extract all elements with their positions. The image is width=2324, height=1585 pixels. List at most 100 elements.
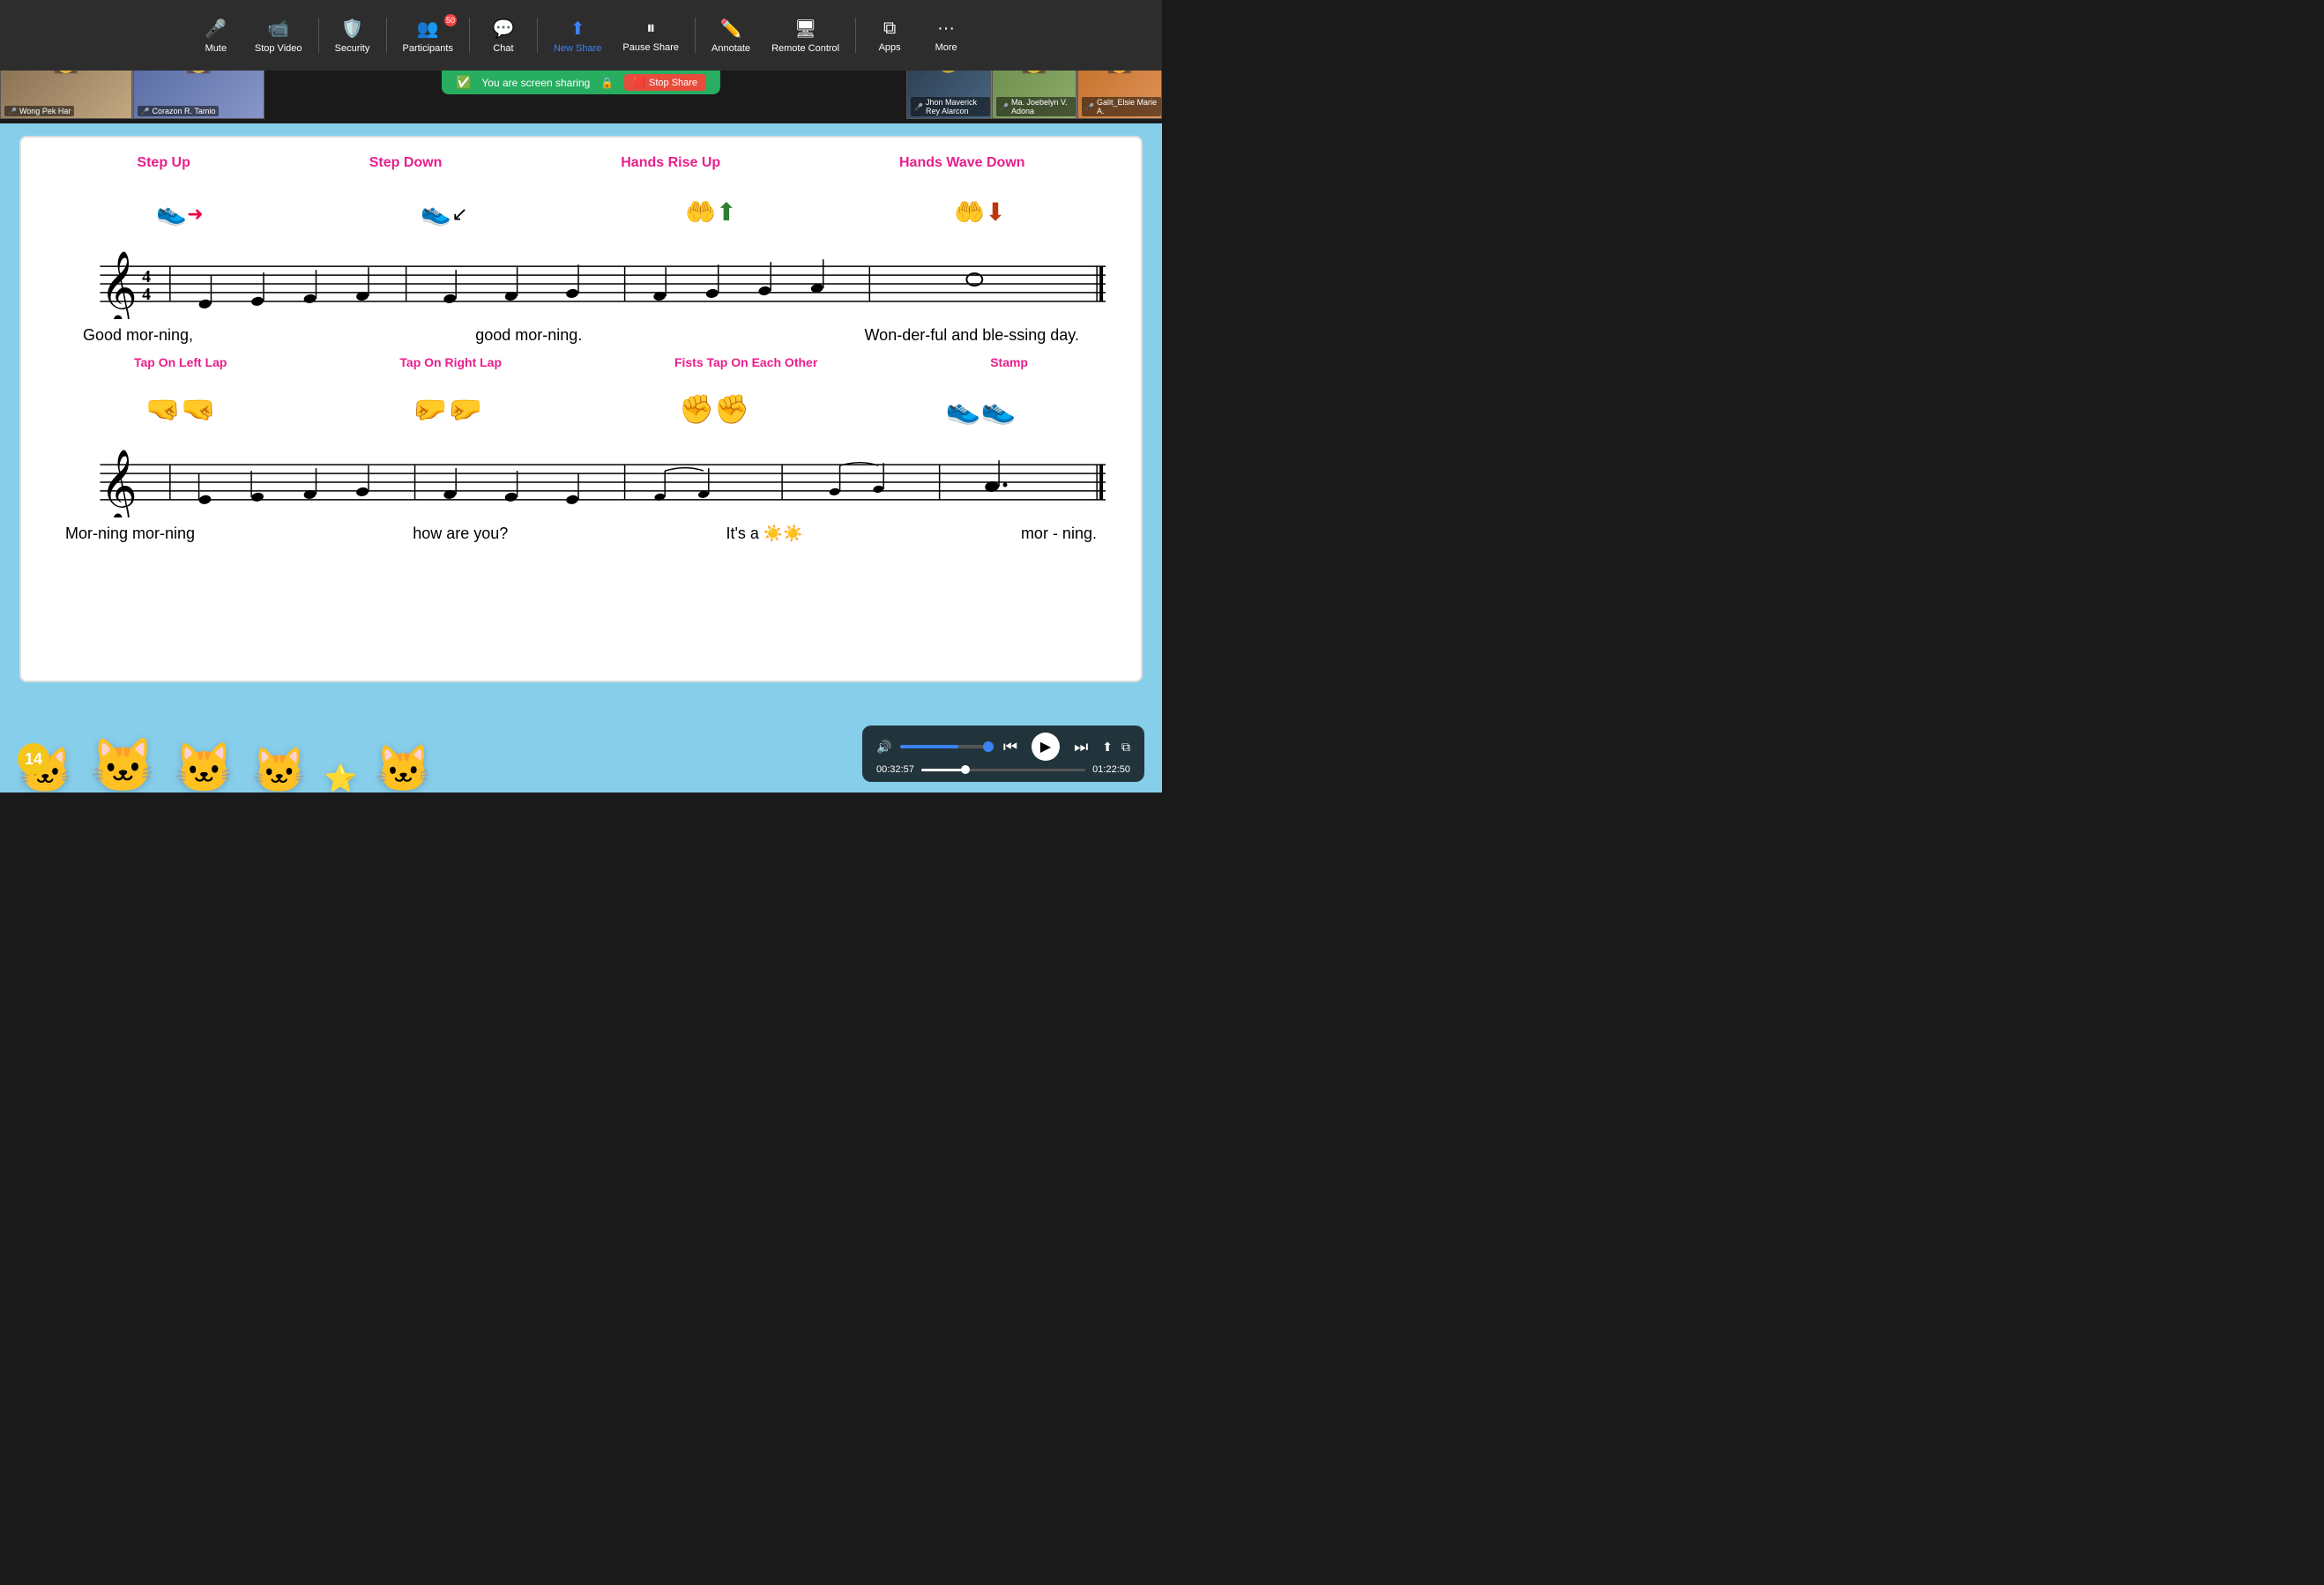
lyric-good-morning-2: good mor-ning. <box>475 326 582 345</box>
volume-dot <box>983 741 994 752</box>
icon-fists: ✊✊ <box>679 390 749 427</box>
action-step-up: Step Up <box>137 155 190 171</box>
volume-fill <box>900 745 957 748</box>
lyric-wonderful: Won-der-ful and ble-ssing day. <box>865 326 1079 345</box>
volume-icon[interactable]: 🔊 <box>876 740 891 755</box>
toolbar-separator-2 <box>386 18 387 53</box>
play-button[interactable]: ▶ <box>1032 733 1060 761</box>
cat-5: 🐱 <box>375 747 432 792</box>
icon-step-up: 👟➜ <box>156 191 203 228</box>
music-sheet: Step Up Step Down Hands Rise Up Hands Wa… <box>19 136 1143 682</box>
lyric-morning-2: mor - ning. <box>1021 525 1097 543</box>
new-share-button[interactable]: ⬆ New Share <box>545 12 610 59</box>
share-check-icon: ✅ <box>456 75 471 90</box>
controls-seek-row: 00:32:57 01:22:50 <box>876 764 1130 775</box>
mic-icon-1: 🎤 <box>8 108 17 115</box>
top-actions-row: Step Up Step Down Hands Rise Up Hands Wa… <box>48 155 1114 171</box>
toolbar: 🎤 Mute 📹 Stop Video 🛡️ Security 50 👥 Par… <box>0 0 1162 71</box>
participants-button[interactable]: 50 👥 Participants <box>394 12 462 59</box>
annotate-button[interactable]: ✏️ Annotate <box>703 12 759 59</box>
new-share-label: New Share <box>554 43 601 54</box>
remote-control-button[interactable]: 🖥 Remote Control <box>763 12 848 59</box>
action-tap-right: Tap On Right Lap <box>399 355 502 369</box>
seek-fill <box>921 769 965 771</box>
mic-icon-5: 🎤 <box>1085 103 1094 111</box>
toolbar-separator-3 <box>469 18 470 53</box>
participant-name-1: 🎤 Wong Pek Har <box>4 106 74 116</box>
fast-forward-button[interactable]: ⏭ <box>1069 736 1093 758</box>
svg-text:𝄞: 𝄞 <box>101 450 138 517</box>
main-content: Step Up Step Down Hands Rise Up Hands Wa… <box>0 123 1162 792</box>
share-media-button[interactable]: ⬆ <box>1102 740 1113 755</box>
screen-share-bar: ✅ You are screen sharing 🔒 🟥 Stop Share <box>442 71 720 94</box>
action-hands-rise: Hands Rise Up <box>621 155 720 171</box>
apps-label: Apps <box>879 42 901 53</box>
staff-svg-2: 𝄞 <box>48 447 1114 517</box>
participant-name-2: 🎤 Corazon R. Tamio <box>138 106 220 116</box>
lyric-how-are-you: how are you? <box>413 525 508 543</box>
second-lyrics: Mor-ning mor-ning how are you? It's a ☀️… <box>48 525 1114 543</box>
action-tap-left: Tap On Left Lap <box>134 355 227 369</box>
stop-video-button[interactable]: 📹 Stop Video <box>246 12 311 59</box>
action-step-down: Step Down <box>369 155 443 171</box>
top-icons-row: 👟➜ 👟↙ 🤲⬆ 🤲⬇ <box>48 175 1114 245</box>
mic-icon-2: 🎤 <box>141 108 150 115</box>
pause-share-label: Pause Share <box>622 42 679 53</box>
remote-control-icon: 🖥 <box>794 18 816 40</box>
chat-icon: 💬 <box>493 18 515 40</box>
toolbar-separator-5 <box>695 18 696 53</box>
mic-icon-3: 🎤 <box>914 103 923 111</box>
pause-share-icon: ⏸ <box>646 19 655 39</box>
security-button[interactable]: 🛡️ Security <box>326 12 379 59</box>
pause-share-button[interactable]: ⏸ Pause Share <box>614 13 688 58</box>
current-time: 00:32:57 <box>876 764 914 775</box>
icon-tap-right: 🤛🤛 <box>413 390 483 427</box>
icon-tap-left: 🤜🤜 <box>145 390 216 427</box>
remote-control-label: Remote Control <box>771 43 839 54</box>
first-lyrics: Good mor-ning, good mor-ning. Won-der-fu… <box>48 326 1114 345</box>
security-icon: 🛡️ <box>341 18 363 40</box>
second-staff: 𝄞 <box>48 447 1114 517</box>
new-share-icon: ⬆ <box>570 18 585 40</box>
pip-button[interactable]: ⧉ <box>1121 740 1130 755</box>
rewind-button[interactable]: ⏮ <box>998 736 1023 758</box>
toolbar-separator-1 <box>318 18 319 53</box>
stop-share-button[interactable]: 🟥 Stop Share <box>624 74 706 91</box>
icon-hands-rise: 🤲⬆ <box>685 191 736 228</box>
chat-label: Chat <box>493 43 513 54</box>
participant-name-5: 🎤 Galit_Elsie Marie A. <box>1082 97 1161 116</box>
action-stamp: Stamp <box>990 355 1028 369</box>
annotate-label: Annotate <box>711 43 750 54</box>
chat-button[interactable]: 💬 Chat <box>477 12 530 59</box>
staff-svg-1: 𝄞 4 4 <box>48 249 1114 319</box>
first-staff: 𝄞 4 4 <box>48 249 1114 319</box>
mute-label: Mute <box>205 43 227 54</box>
more-button[interactable]: ··· More <box>920 13 972 58</box>
share-lock-icon: 🔒 <box>600 77 614 89</box>
icon-step-down: 👟↙ <box>421 191 467 228</box>
volume-slider[interactable] <box>900 745 988 748</box>
seek-dot <box>961 765 970 774</box>
more-icon: ··· <box>937 19 955 39</box>
svg-text:4: 4 <box>142 267 151 286</box>
participants-badge: 50 <box>444 14 457 26</box>
apps-button[interactable]: ⧉ Apps <box>863 13 916 58</box>
stop-share-dot: 🟥 <box>633 77 645 88</box>
svg-text:𝄞: 𝄞 <box>101 252 138 319</box>
total-time: 01:22:50 <box>1092 764 1130 775</box>
share-status-text: You are screen sharing <box>481 77 590 89</box>
participant-name-4: 🎤 Ma. Joebelyn V. Adona <box>996 97 1076 116</box>
stop-share-label: Stop Share <box>649 78 697 88</box>
seek-slider[interactable] <box>921 769 1085 771</box>
controls-volume-row: 🔊 ⏮ ▶ ⏭ ⬆ ⧉ <box>876 733 1130 761</box>
mute-button[interactable]: 🎤 Mute <box>190 12 242 59</box>
media-controls: 🔊 ⏮ ▶ ⏭ ⬆ ⧉ 00:32:57 01:22:50 <box>862 726 1144 782</box>
participants-label: Participants <box>403 43 453 54</box>
apps-icon: ⧉ <box>883 19 896 39</box>
lyric-morning-1: Mor-ning mor-ning <box>65 525 195 543</box>
lyric-its-a: It's a ☀️☀️ <box>726 525 802 543</box>
icon-hands-wave: 🤲⬇ <box>954 191 1005 228</box>
bottom-icons-row: 🤜🤜 🤛🤛 ✊✊ 👟👟 <box>48 373 1114 443</box>
action-fists: Fists Tap On Each Other <box>674 355 817 369</box>
star-icon: ⭐ <box>324 766 357 792</box>
